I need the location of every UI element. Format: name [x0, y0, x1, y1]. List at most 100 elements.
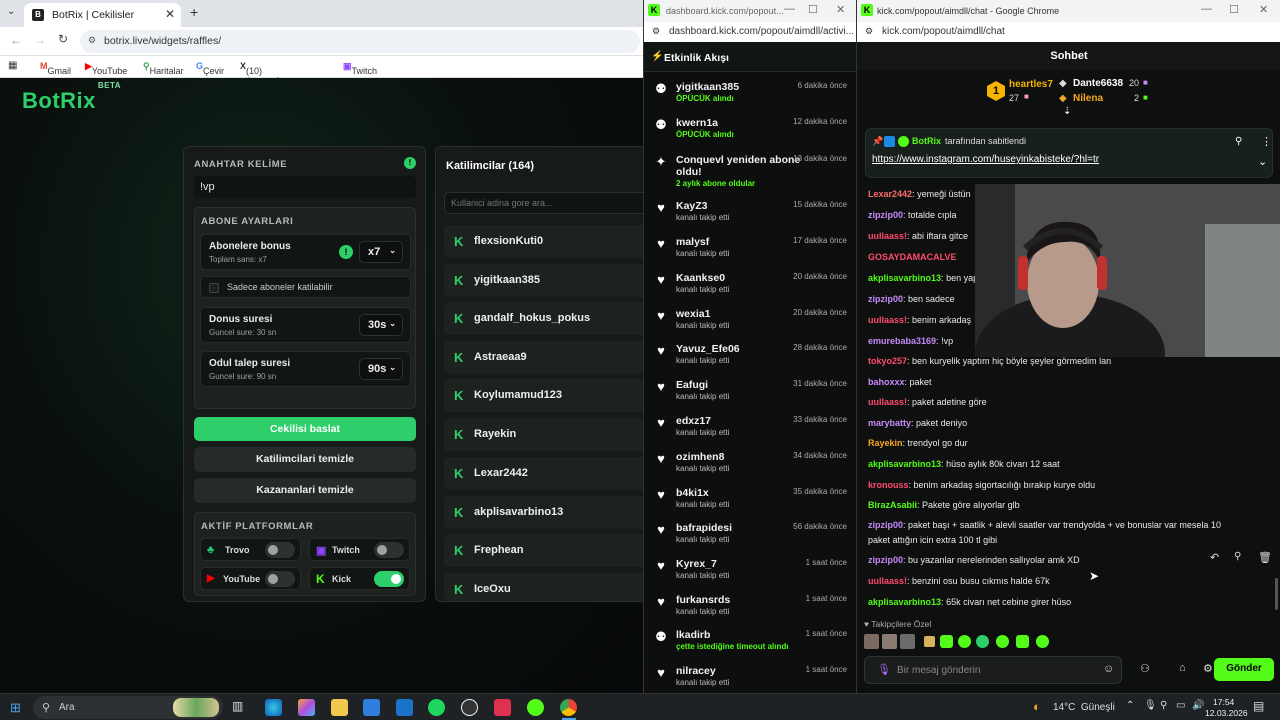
site-info-icon[interactable]: ⚙: [88, 35, 96, 46]
gifter-name[interactable]: heartles7: [1009, 79, 1053, 90]
minimize-icon[interactable]: —: [1201, 3, 1212, 15]
activity-item[interactable]: ⚉ kwern1a ÖPÜCÜK alındı 12 dakika önce: [644, 114, 857, 150]
participant-item[interactable]: K Frephean: [444, 534, 649, 567]
emote-icon[interactable]: [1016, 635, 1029, 648]
notification-icon[interactable]: ▤: [1253, 699, 1264, 713]
chat-username[interactable]: marybatty: [868, 418, 911, 428]
clock-date[interactable]: 12.03.2026: [1205, 708, 1248, 718]
chat-username[interactable]: kronouss: [868, 480, 909, 490]
copilot-icon[interactable]: [298, 699, 315, 716]
file-explorer-icon[interactable]: [331, 699, 348, 716]
gifter-name[interactable]: Nilena: [1073, 93, 1103, 104]
trovo-toggle[interactable]: [265, 542, 295, 558]
activity-item[interactable]: ♥ KayZ3 kanalı takip etti 15 dakika önce: [644, 197, 857, 233]
location-icon[interactable]: ⚲: [1160, 700, 1167, 711]
activity-item[interactable]: ♥ Yavuz_Efe06 kanalı takip etti 28 dakika ö…: [644, 340, 857, 376]
chat-message[interactable]: emurebaba3169: !vp: [868, 336, 953, 346]
activity-item[interactable]: ♥ ozimhen8 kanalı takip etti 34 dakika önce: [644, 448, 857, 484]
pin-icon[interactable]: ⚲: [1234, 551, 1241, 562]
site-info-icon[interactable]: ⚙: [652, 26, 660, 37]
info-icon[interactable]: !: [404, 157, 416, 169]
chat-username[interactable]: GOSAYDAMACALVE: [868, 252, 957, 262]
chat-message[interactable]: kronouss: benim arkadaş sigortacılığı bı…: [868, 480, 1095, 490]
taskbar-search[interactable]: ⚲ Ara: [33, 696, 223, 719]
emote-icon[interactable]: [864, 634, 879, 649]
chat-username[interactable]: BirazAsabii: [868, 500, 917, 510]
bookmark-translate[interactable]: G Çevir: [196, 61, 224, 76]
activity-item[interactable]: ♥ furkansrds kanalı takip etti 1 saat önce: [644, 591, 857, 627]
clear-winners-button[interactable]: Kazananlari temizle: [194, 478, 416, 503]
emote-icon[interactable]: [924, 636, 935, 647]
expand-icon[interactable]: ⇣: [1063, 106, 1071, 117]
bonus-time-select[interactable]: 30s ⌄: [359, 314, 403, 336]
activity-item[interactable]: ♥ wexia1 kanalı takip etti 20 dakika önce: [644, 305, 857, 341]
microphone-tray-icon[interactable]: 🎙: [1144, 700, 1157, 711]
chat-message[interactable]: GOSAYDAMACALVE: [868, 252, 957, 262]
chat-username[interactable]: zipzip00: [868, 555, 903, 565]
emote-icon[interactable]: [1036, 635, 1049, 648]
chrome-icon[interactable]: [560, 699, 577, 716]
chat-message[interactable]: zipzip00: ben sadece: [868, 294, 955, 304]
activity-item[interactable]: ♥ b4ki1x kanalı takip etti 35 dakika önce: [644, 484, 857, 520]
activity-item[interactable]: ♥ Kyrex_7 kanalı takip etti 1 saat önce: [644, 555, 857, 591]
chat-username[interactable]: uullaass!: [868, 397, 907, 407]
chat-message[interactable]: Rayekin: trendyol go dur: [868, 438, 968, 448]
chat-message[interactable]: zipzip00: totalde cıpla: [868, 210, 957, 220]
back-icon[interactable]: ←: [10, 33, 22, 47]
store-icon[interactable]: [363, 699, 380, 716]
emote-icon[interactable]: [882, 634, 897, 649]
chat-message[interactable]: paket attığın icin extra 100 tl gibi: [868, 535, 997, 545]
emoji-icon[interactable]: ☺: [1103, 663, 1114, 675]
participant-item[interactable]: Kakplisavarbino13: [444, 496, 649, 529]
chat-message[interactable]: zipzip00: bu yazanlar nerelerinden sallı…: [868, 555, 1080, 565]
emote-icon[interactable]: [976, 635, 989, 648]
chat-username[interactable]: Lexar2442: [868, 189, 912, 199]
bookmark-gmail[interactable]: M Gmail: [40, 61, 71, 76]
app-red-icon[interactable]: [494, 699, 511, 716]
start-icon[interactable]: ⊞: [10, 700, 21, 716]
bookmark-youtube[interactable]: ▶ YouTube: [85, 61, 127, 76]
chat-message[interactable]: bahoxxx: paket: [868, 377, 932, 387]
chat-username[interactable]: tokyo257: [868, 356, 907, 366]
activity-item[interactable]: ♥ Kaankse0 kanalı takip etti 20 dakika önce: [644, 269, 857, 305]
chat-username[interactable]: uullaass!: [868, 576, 907, 586]
sub-bonus-info-icon[interactable]: !: [339, 245, 353, 259]
activity-item[interactable]: ♥ edxz17 kanalı takip etti 33 dakika önce: [644, 412, 857, 448]
activity-item[interactable]: ♥ Eafugi kanalı takip etti 31 dakika önce: [644, 376, 857, 412]
chat-username[interactable]: akplisavarbino13: [868, 273, 941, 283]
clear-participants-button[interactable]: Katilimcilari temizle: [194, 447, 416, 472]
unpin-icon[interactable]: ⚲: [1235, 136, 1242, 147]
activity-item[interactable]: ♥ malysf kanalı takip etti 17 dakika önce: [644, 233, 857, 269]
bookmark-twitter[interactable]: X (10) Anasayfa / Twit...: [240, 61, 284, 96]
edge-icon[interactable]: [265, 699, 282, 716]
chat-username[interactable]: Rayekin: [868, 438, 903, 448]
keyword-input[interactable]: !vp: [194, 176, 416, 198]
chat-message[interactable]: tokyo257: ben kuryelik yaptım hiç böyle …: [868, 356, 1111, 366]
weather-icon[interactable]: ◐: [1033, 699, 1041, 714]
maximize-icon[interactable]: ☐: [808, 3, 818, 16]
task-view-icon[interactable]: ▥: [232, 699, 243, 713]
chat-message[interactable]: uullaass!: paket adetine göre: [868, 397, 987, 407]
send-button[interactable]: Gönder: [1214, 658, 1274, 681]
close-window-icon[interactable]: ✕: [836, 3, 845, 16]
close-tab-icon[interactable]: ✕: [165, 7, 175, 21]
chat-message[interactable]: uullaass!: abi iftara gitce: [868, 231, 968, 241]
participants-search-input[interactable]: [444, 192, 649, 214]
bookmark-maps[interactable]: ⚲ Haritalar: [143, 61, 184, 76]
clock-time[interactable]: 17:54: [1213, 697, 1234, 707]
url-field[interactable]: ⚙ botrix.live/widgets/raffles/: [80, 30, 640, 53]
claim-time-select[interactable]: 90s ⌄: [359, 358, 403, 380]
chat-message[interactable]: BirazAsabii: Pakete göre alıyorlar glb: [868, 500, 1020, 510]
forward-icon[interactable]: →: [34, 33, 46, 47]
chat-username[interactable]: bahoxxx: [868, 377, 905, 387]
activity-item[interactable]: ⚉ yigitkaan385 ÖPÜCÜK alındı 6 dakika önce: [644, 78, 857, 114]
emote-icon[interactable]: [996, 635, 1009, 648]
chat-username[interactable]: zipzip00: [868, 520, 903, 530]
participant-item[interactable]: K Rayekin: [444, 418, 649, 451]
minimize-icon[interactable]: —: [784, 3, 795, 15]
participant-item[interactable]: K Astraeaa9: [444, 341, 649, 374]
sub-bonus-select[interactable]: x7 ⌄: [359, 241, 403, 263]
site-info-icon[interactable]: ⚙: [865, 26, 873, 37]
chat-message-input[interactable]: 🎙 Bir mesaj gönderin ☺: [864, 656, 1122, 684]
emote-icon[interactable]: [900, 634, 915, 649]
